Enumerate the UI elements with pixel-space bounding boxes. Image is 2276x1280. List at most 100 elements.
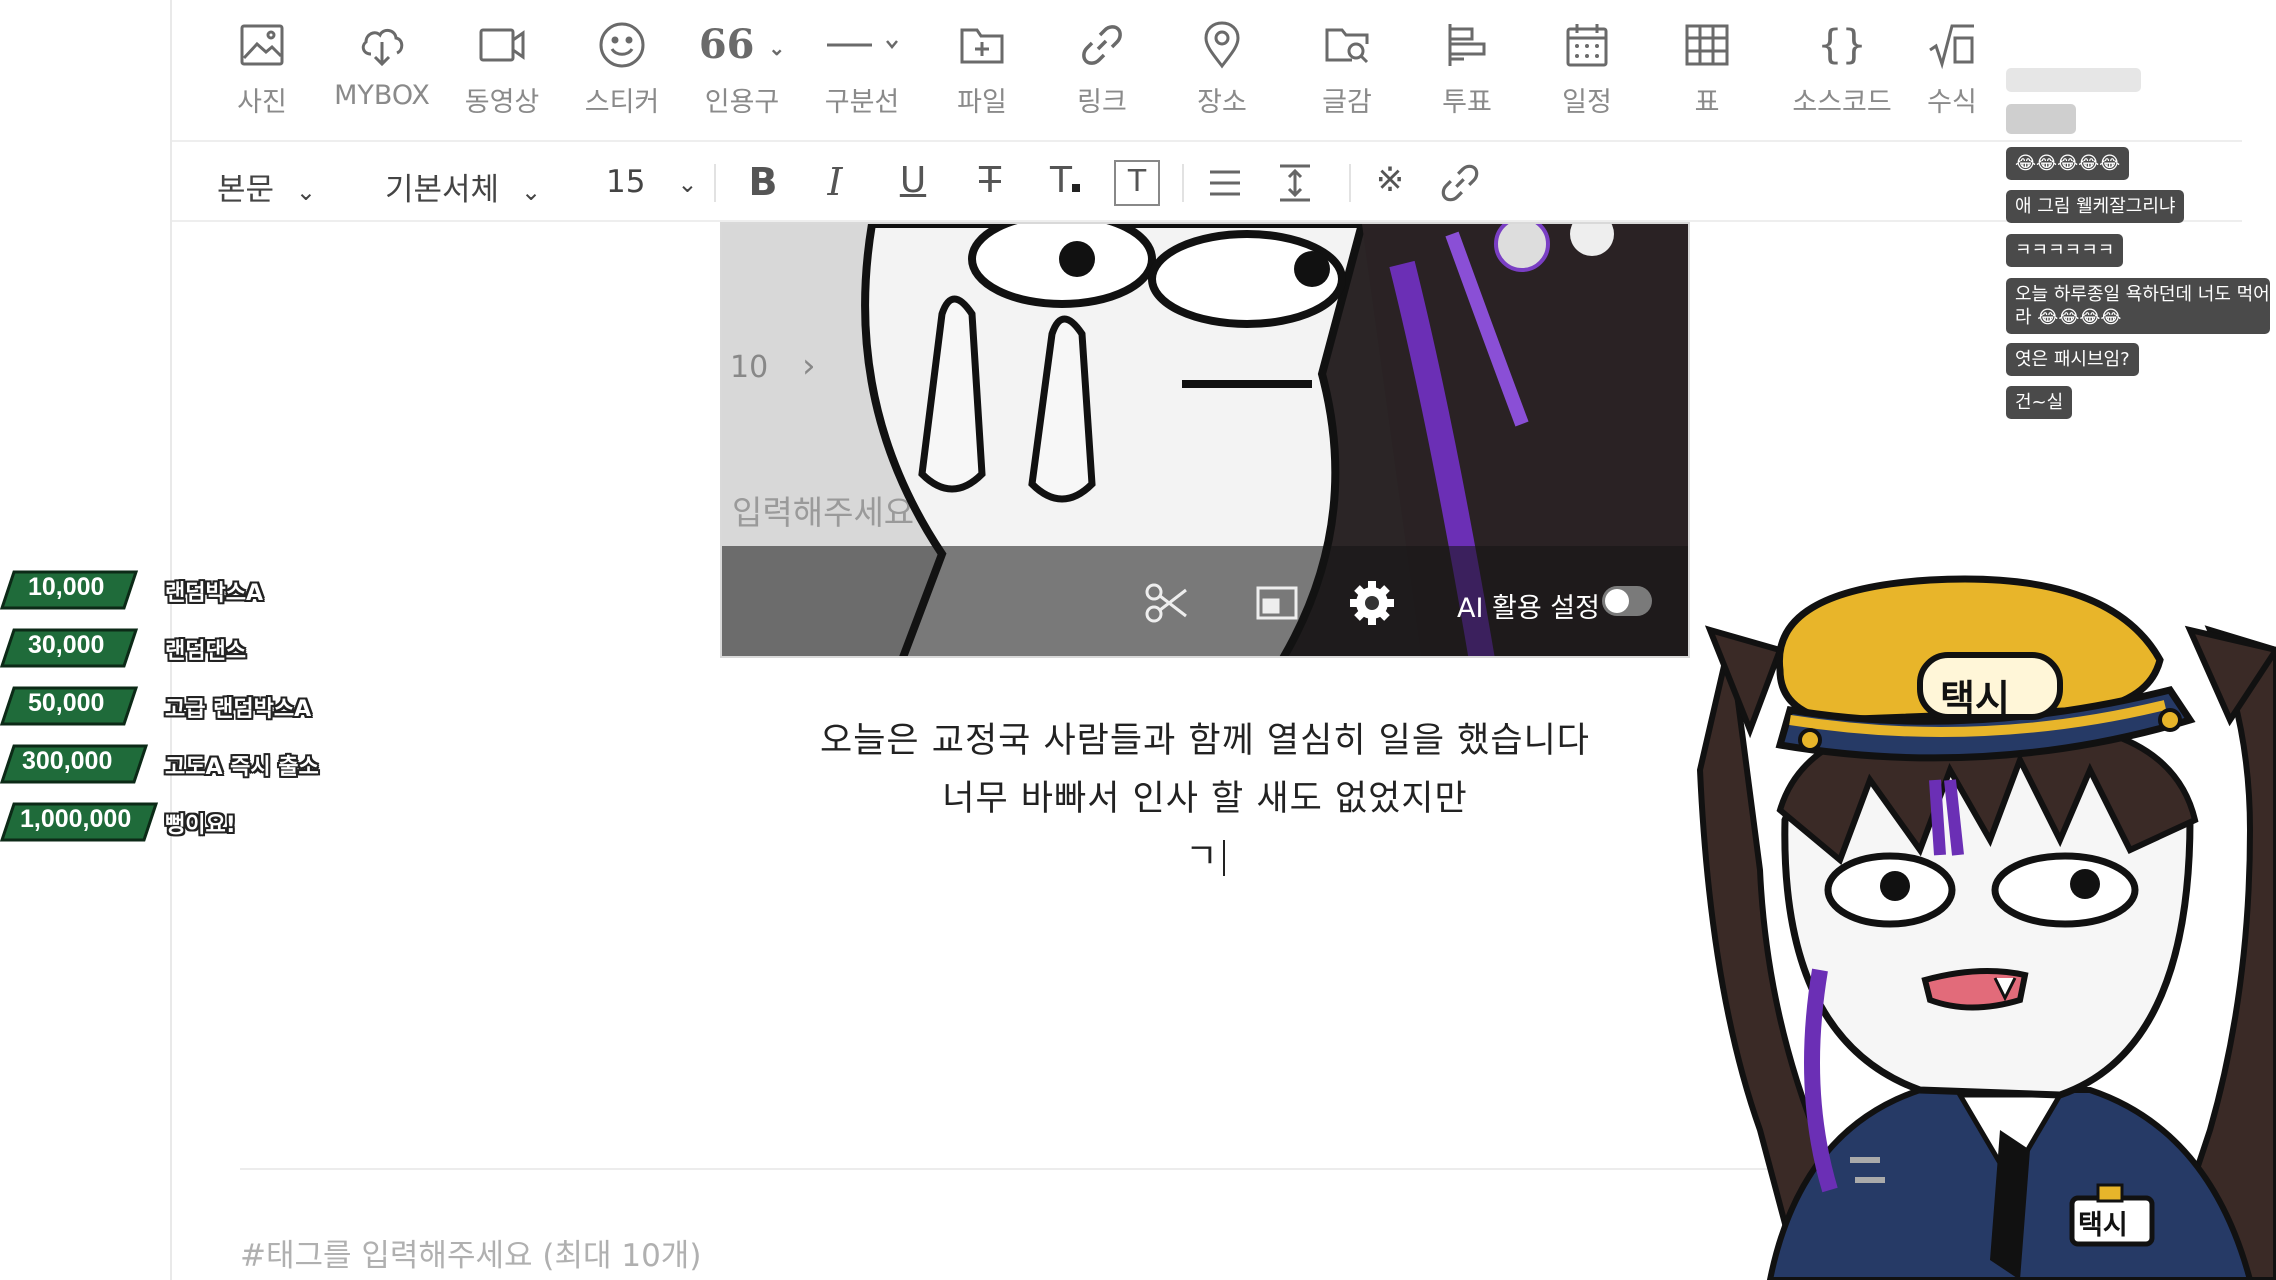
map-pin-icon bbox=[1204, 21, 1240, 69]
italic-icon[interactable]: I bbox=[812, 160, 858, 206]
video-icon bbox=[479, 28, 525, 62]
toolbar-video-label: 동영상 bbox=[464, 87, 540, 118]
file-add-icon bbox=[960, 28, 1004, 64]
toolbar-sticker-label: 스티커 bbox=[584, 87, 660, 118]
chevron-down-icon: ⌄ bbox=[520, 178, 542, 206]
paragraph-style-select[interactable]: 본문 ⌄ bbox=[217, 164, 317, 208]
donation-amount: 50,000 bbox=[28, 689, 105, 717]
donation-label: 랜덤박스A bbox=[165, 581, 263, 606]
toolbar-sticker-button[interactable]: 스티커 bbox=[567, 20, 677, 130]
image-edit-icon[interactable] bbox=[1252, 578, 1302, 628]
toolbar-formula-button[interactable]: 수식 bbox=[1907, 20, 1997, 130]
toolbar-place-label: 장소 bbox=[1197, 87, 1247, 118]
body-text-line-3[interactable]: ㄱ bbox=[620, 828, 1790, 879]
body-text-line-2[interactable]: 너무 바빠서 인사 할 새도 없었지만 bbox=[620, 770, 1790, 821]
toolbar-sourcecode-button[interactable]: {} 소스코드 bbox=[1787, 20, 1897, 130]
toolbar-table-label: 표 bbox=[1694, 87, 1720, 118]
insert-toolbar: 사진 MYBOX 동영상 스티커 66 ⌄ 인용구 구분선 파일 링크 장소 글… bbox=[172, 0, 2242, 142]
chevron-down-icon: ⌄ bbox=[768, 36, 786, 60]
font-family-value: 기본서체 bbox=[385, 172, 500, 208]
toolbar-schedule-label: 일정 bbox=[1562, 87, 1612, 118]
toolbar-poll-label: 투표 bbox=[1442, 87, 1492, 118]
toolbar-quote-button[interactable]: 66 ⌄ 인용구 bbox=[687, 20, 797, 130]
link-icon[interactable] bbox=[1437, 160, 1483, 206]
toolbar-sourcecode-label: 소스코드 bbox=[1792, 87, 1892, 118]
gear-icon[interactable] bbox=[1347, 578, 1397, 628]
donation-amount: 1,000,000 bbox=[20, 805, 132, 833]
body-text-line-3-content: ㄱ bbox=[1185, 837, 1219, 877]
format-divider bbox=[1349, 164, 1351, 202]
chat-message: 애 그림 웰케잘그리냐 bbox=[2006, 190, 2185, 223]
underline-icon[interactable]: U bbox=[890, 160, 936, 206]
search-material-icon bbox=[1325, 28, 1369, 64]
screen: 사진 MYBOX 동영상 스티커 66 ⌄ 인용구 구분선 파일 링크 장소 글… bbox=[0, 0, 2276, 1280]
toolbar-mybox-button[interactable]: MYBOX bbox=[327, 20, 437, 130]
ai-setting-toggle[interactable] bbox=[1602, 586, 1652, 616]
format-divider bbox=[1182, 164, 1184, 202]
embedded-image[interactable]: 10 › 입력해주세요 AI 활용 설정 bbox=[720, 222, 1690, 658]
format-divider bbox=[714, 164, 716, 202]
link-icon bbox=[1082, 25, 1122, 65]
toolbar-file-label: 파일 bbox=[957, 87, 1007, 118]
toolbar-poll-button[interactable]: 투표 bbox=[1412, 20, 1522, 130]
chat-message-line: 오늘 하루종일 욕하던데 너도 먹어 bbox=[2015, 284, 2270, 305]
tag-input[interactable]: #태그를 입력해주세요 (최대 10개) bbox=[240, 1230, 701, 1275]
donation-amount: 30,000 bbox=[28, 631, 105, 659]
chevron-down-icon: ⌄ bbox=[677, 170, 698, 198]
text-background-icon[interactable]: T bbox=[1114, 160, 1160, 206]
chat-message-faded bbox=[2006, 68, 2141, 92]
chat-message: 건~실 bbox=[2006, 386, 2073, 419]
toolbar-divider-label: 구분선 bbox=[824, 87, 900, 118]
scissors-icon[interactable] bbox=[1142, 578, 1192, 628]
code-braces-icon: {} bbox=[1817, 22, 1867, 68]
chest-badge-text: 택시 bbox=[2078, 1210, 2128, 1241]
toolbar-file-button[interactable]: 파일 bbox=[927, 20, 1037, 130]
donation-label: 랜덤댄스 bbox=[165, 639, 246, 664]
toolbar-video-button[interactable]: 동영상 bbox=[447, 20, 557, 130]
streamer-avatar: 택시 택시 bbox=[1690, 570, 2276, 1280]
donation-label: 고급 랜덤박스A bbox=[165, 697, 312, 722]
content-divider bbox=[240, 1168, 1890, 1170]
ai-setting-label: AI 활용 설정 bbox=[1457, 593, 1600, 624]
toolbar-link-button[interactable]: 링크 bbox=[1047, 20, 1157, 130]
toolbar-link-label: 링크 bbox=[1077, 87, 1127, 118]
quote-icon: 66 bbox=[698, 21, 755, 68]
toolbar-material-button[interactable]: 글감 bbox=[1292, 20, 1402, 130]
line-height-icon[interactable] bbox=[1272, 160, 1318, 206]
text-color-icon[interactable]: T bbox=[1042, 160, 1088, 206]
toolbar-divider-button[interactable]: 구분선 bbox=[807, 20, 917, 130]
chat-message: 오늘 하루종일 욕하던데 너도 먹어 라 😂😂😂😂 bbox=[2006, 278, 2270, 334]
chevron-down-icon: ⌄ bbox=[295, 178, 317, 206]
formula-icon bbox=[1929, 24, 1974, 70]
toolbar-formula-label: 수식 bbox=[1927, 87, 1977, 118]
donation-amount: 10,000 bbox=[28, 573, 105, 601]
toolbar-photo-button[interactable]: 사진 bbox=[207, 20, 317, 130]
chat-message: ㅋㅋㅋㅋㅋㅋ bbox=[2006, 234, 2124, 267]
text-cursor bbox=[1222, 840, 1225, 876]
toolbar-place-button[interactable]: 장소 bbox=[1167, 20, 1277, 130]
toolbar-photo-label: 사진 bbox=[237, 87, 287, 118]
chat-message-faded bbox=[2006, 104, 2076, 134]
bold-icon[interactable]: B bbox=[740, 160, 786, 206]
align-icon[interactable] bbox=[1202, 160, 1248, 206]
toolbar-quote-label: 인용구 bbox=[704, 87, 780, 118]
toolbar-table-button[interactable]: 표 bbox=[1652, 20, 1762, 130]
smile-icon bbox=[599, 22, 645, 68]
donation-amount: 300,000 bbox=[22, 747, 113, 775]
image-overlay-bar: AI 활용 설정 bbox=[722, 546, 1688, 656]
font-size-select[interactable]: 15 ⌄ bbox=[606, 164, 697, 204]
toolbar-material-label: 글감 bbox=[1322, 87, 1372, 118]
divider-icon bbox=[827, 40, 898, 49]
strikethrough-icon[interactable]: T bbox=[967, 160, 1013, 206]
toggle-knob bbox=[1605, 589, 1629, 613]
toolbar-schedule-button[interactable]: 일정 bbox=[1532, 20, 1642, 130]
special-char-icon[interactable]: ※ bbox=[1367, 160, 1413, 206]
toolbar-mybox-label: MYBOX bbox=[334, 80, 430, 111]
cap-badge-text: 택시 bbox=[1940, 677, 2010, 721]
body-text-line-1[interactable]: 오늘은 교정국 사람들과 함께 열심히 일을 했습니다 bbox=[620, 712, 1790, 763]
cloud-download-icon bbox=[361, 29, 404, 67]
donation-label: 뻥이요! bbox=[165, 813, 236, 838]
font-family-select[interactable]: 기본서체 ⌄ bbox=[385, 164, 542, 208]
chat-message-line: 라 😂😂😂😂 bbox=[2015, 307, 2122, 328]
donation-label: 고도A 즉시 출소 bbox=[165, 755, 319, 780]
